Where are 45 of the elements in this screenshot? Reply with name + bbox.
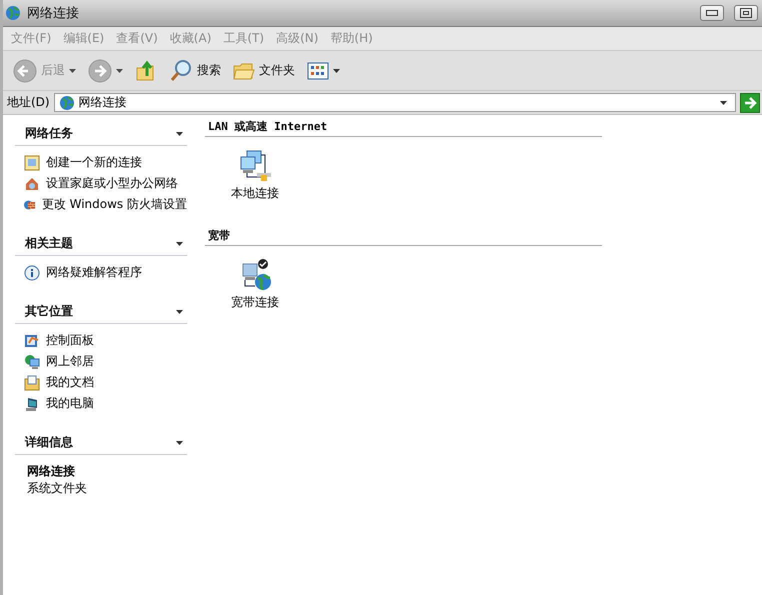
connection-label[interactable]: 本地连接	[231, 185, 279, 202]
task-link[interactable]: 我的电脑	[46, 395, 94, 412]
task-link[interactable]: 网络疑难解答程序	[46, 264, 142, 281]
task-link[interactable]: 控制面板	[46, 332, 94, 349]
address-label: 地址(D)	[7, 94, 50, 111]
dropdown-caret-icon[interactable]	[720, 100, 727, 104]
panel-header[interactable]: 相关主题	[15, 235, 187, 256]
computer-icon	[24, 396, 40, 412]
restore-button[interactable]	[734, 5, 758, 21]
group-heading: 宽带	[205, 228, 602, 246]
globe-icon	[58, 94, 75, 110]
dropdown-caret-icon	[333, 68, 340, 72]
search-button[interactable]: 搜索	[165, 56, 225, 84]
control-panel-icon	[24, 332, 40, 348]
globe-icon	[5, 5, 21, 21]
task-link[interactable]: 设置家庭或小型办公网络	[46, 175, 178, 192]
go-arrow-icon	[743, 96, 757, 110]
window-title: 网络连接	[27, 5, 80, 22]
task-link[interactable]: 我的文档	[46, 374, 94, 391]
network-computers-icon	[24, 354, 40, 370]
restore-icon	[740, 8, 752, 18]
minimize-button[interactable]	[700, 5, 724, 21]
folder-icon	[233, 60, 255, 80]
house-network-icon	[24, 176, 40, 192]
go-button[interactable]	[740, 92, 760, 112]
panel-header[interactable]: 详细信息	[15, 434, 187, 455]
dropdown-caret-icon	[69, 68, 76, 72]
panel-header[interactable]: 其它位置	[15, 303, 187, 324]
search-icon	[169, 58, 193, 82]
group-heading: LAN 或高速 Internet	[205, 119, 602, 137]
dropdown-caret-icon	[116, 68, 123, 72]
connection-label[interactable]: 宽带连接	[231, 294, 279, 311]
task-link[interactable]: 更改 Windows 防火墙设置	[42, 196, 187, 213]
task-link[interactable]: 网上邻居	[46, 353, 94, 370]
task-link[interactable]: 创建一个新的连接	[46, 154, 142, 171]
folders-button[interactable]: 文件夹	[229, 58, 299, 82]
panel-header[interactable]: 网络任务	[15, 125, 187, 146]
info-icon	[24, 264, 40, 280]
address-field[interactable]: 网络连接	[54, 93, 736, 112]
documents-folder-icon	[24, 374, 40, 390]
views-grid-icon	[307, 62, 329, 80]
details-type: 系统文件夹	[27, 480, 88, 497]
connection-wizard-icon	[24, 154, 40, 170]
details-name: 网络连接	[27, 463, 76, 480]
minimize-icon	[706, 10, 718, 16]
